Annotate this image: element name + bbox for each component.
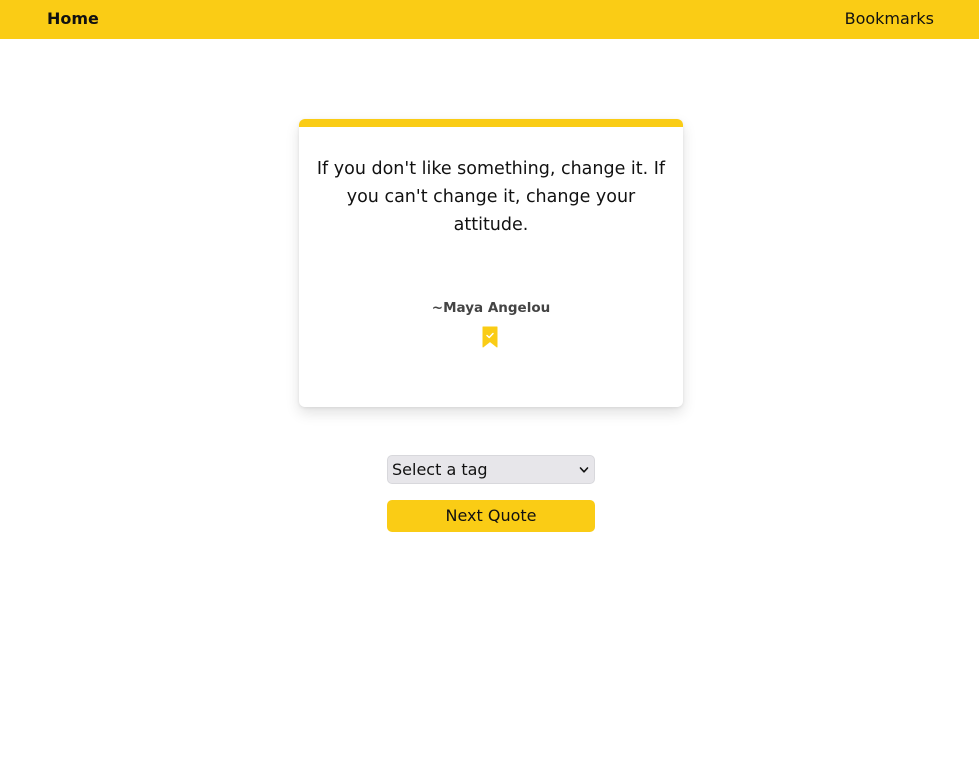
nav-home-link[interactable]: Home [47,9,99,29]
next-quote-label: Next Quote [445,506,537,525]
quote-card: If you don't like something, change it. … [299,119,683,407]
top-navbar: Home Bookmarks [0,0,979,39]
bookmark-check-icon[interactable] [482,326,498,348]
next-quote-button[interactable]: Next Quote [387,500,595,532]
quote-text: If you don't like something, change it. … [316,159,666,235]
tag-select-value: Select a tag [392,460,488,479]
nav-bookmarks-link[interactable]: Bookmarks [845,9,934,29]
chevron-down-icon [579,467,589,473]
tag-select[interactable]: Select a tag [387,455,595,484]
quote-author: ~Maya Angelou [431,300,551,316]
card-accent-bar [299,119,683,127]
